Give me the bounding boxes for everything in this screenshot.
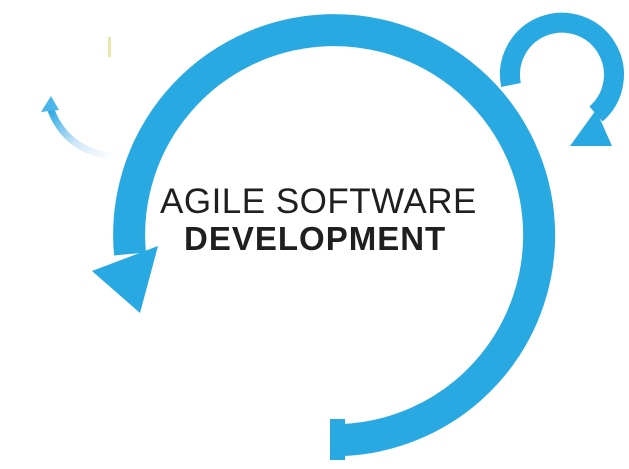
faded-arrow-icon: [41, 96, 114, 161]
accent-mark: [108, 37, 111, 57]
title-development: DEVELOPMENT: [184, 220, 447, 257]
agile-diagram: AGILE SOFTWARE DEVELOPMENT: [0, 0, 629, 469]
title-agile-software: AGILE SOFTWARE: [160, 182, 477, 221]
